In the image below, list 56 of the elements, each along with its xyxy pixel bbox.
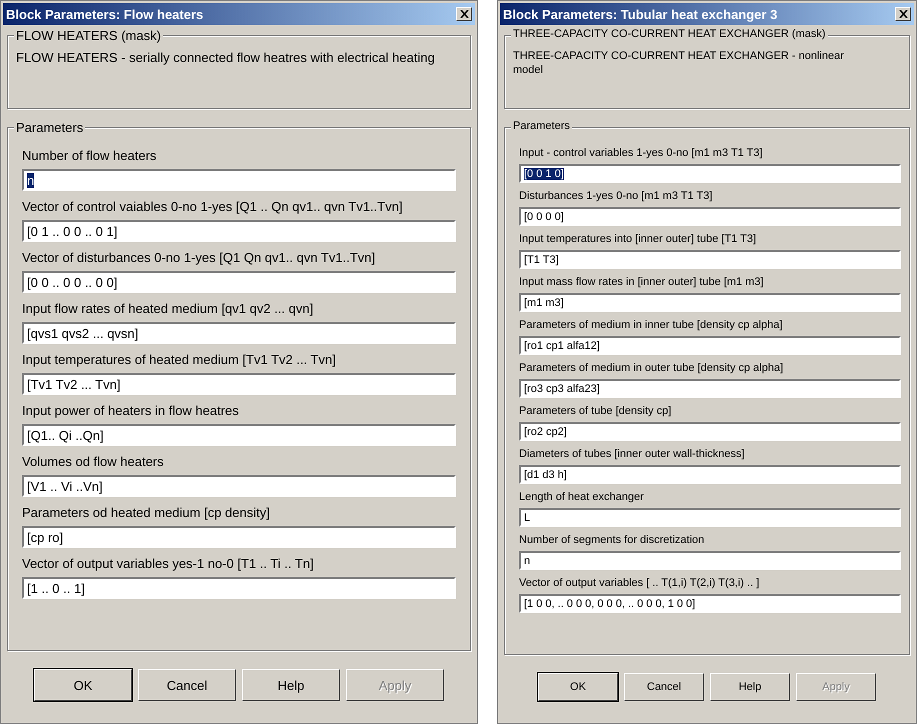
input-field[interactable]: [m1 m3] — [519, 293, 901, 312]
parameter-label: Input - control variables 1-yes 0-no [m1 m3 T1 T3] — [519, 146, 764, 160]
dialog-button[interactable]: Help — [710, 673, 790, 701]
input-field[interactable]: [qvs1 qvs2 ... qvsn] — [22, 322, 456, 344]
input-field[interactable]: [1 .. 0 .. 1] — [22, 577, 456, 599]
parameter-label: Vector of output variables [ .. T(1,i) T(2,i) T(3,i) .. ] — [519, 576, 760, 590]
input-field[interactable]: n — [519, 551, 901, 570]
input-field[interactable]: [0 0 0 0] — [519, 207, 901, 226]
input-field[interactable]: [cp ro] — [22, 526, 456, 548]
input-field[interactable]: [1 0 0, .. 0 0 0, 0 0 0, .. 0 0 0, 1 0 0] — [519, 594, 901, 613]
parameter-label: Parameters od heated medium [cp density] — [22, 505, 271, 521]
parameter-label: Input power of heaters in flow heatres — [22, 403, 240, 419]
dialog-button[interactable]: OK — [538, 673, 618, 701]
parameter-label: Length of heat exchanger — [519, 490, 645, 504]
parameter-label: Vector of output variables yes-1 no-0 [T1 .. Ti .. Tn] — [22, 556, 315, 572]
parameter-label: Parameters of medium in outer tube [density cp alpha] — [519, 361, 784, 375]
parameter-label: Vector of disturbances 0-no 1-yes [Q1 Qn qv1.. qvn Tv1..Tvn] — [22, 250, 376, 266]
mask-description: THREE-CAPACITY CO-CURRENT HEAT EXCHANGER - nonlinear model — [513, 50, 845, 78]
dialog-button[interactable]: Cancel — [138, 669, 236, 701]
parameter-label: Diameters of tubes [inner outer wall-thickness] — [519, 447, 746, 461]
dialog-button[interactable]: Help — [242, 669, 340, 701]
parameter-label: Vector of control vaiables 0-no 1-yes [Q1 .. Qn qv1.. qvn Tv1..Tvn] — [22, 199, 404, 215]
parameter-label: Volumes od flow heaters — [22, 454, 165, 470]
close-icon[interactable] — [456, 7, 472, 21]
input-field[interactable]: [d1 d3 h] — [519, 465, 901, 484]
group-title: Parameters — [511, 120, 572, 132]
input-field[interactable]: n — [22, 169, 456, 191]
input-field[interactable]: [ro1 cp1 alfa12] — [519, 336, 901, 355]
dialog-button[interactable]: OK — [34, 669, 132, 701]
parameter-label: Input temperatures into [inner outer] tube [T1 T3] — [519, 232, 758, 246]
input-field[interactable]: [ro2 cp2] — [519, 422, 901, 441]
parameter-label: Input temperatures of heated medium [Tv1 Tv2 ... Tvn] — [22, 352, 337, 368]
input-field[interactable]: [0 0 .. 0 0 .. 0 0] — [22, 271, 456, 293]
parameter-label: Disturbances 1-yes 0-no [m1 m3 T1 T3] — [519, 189, 714, 203]
parameter-label: Parameters of medium in inner tube [density cp alpha] — [519, 318, 784, 332]
input-field[interactable]: [0 1 .. 0 0 .. 0 1] — [22, 220, 456, 242]
close-icon[interactable] — [895, 7, 911, 21]
input-field[interactable]: L — [519, 508, 901, 527]
group-title: Parameters — [14, 120, 86, 135]
mask-description: FLOW HEATERS - serially connected flow heatres with electrical heating — [16, 50, 436, 66]
parameter-label: Parameters of tube [density cp] — [519, 404, 672, 418]
window-title: Block Parameters: Flow heaters — [6, 6, 204, 22]
dialog-button[interactable]: Cancel — [624, 673, 704, 701]
window-title: Block Parameters: Tubular heat exchanger 3 — [503, 6, 778, 22]
group-title: FLOW HEATERS (mask) — [14, 28, 163, 43]
input-field[interactable]: [0 0 1 0] — [519, 164, 901, 183]
parameter-label: Number of flow heaters — [22, 148, 158, 164]
input-field[interactable]: [Q1.. Qi ..Qn] — [22, 424, 456, 446]
parameter-label: Input flow rates of heated medium [qv1 qv2 ... qvn] — [22, 301, 314, 317]
input-field[interactable]: [V1 .. Vi ..Vn] — [22, 475, 456, 497]
group-title: THREE-CAPACITY CO-CURRENT HEAT EXCHANGER (mask) — [511, 28, 828, 40]
parameter-label: Input mass flow rates in [inner outer] tube [m1 m3] — [519, 275, 765, 289]
input-field[interactable]: [ro3 cp3 alfa23] — [519, 379, 901, 398]
input-field[interactable]: [Tv1 Tv2 ... Tvn] — [22, 373, 456, 395]
parameter-label: Number of segments for discretization — [519, 533, 706, 547]
input-field[interactable]: [T1 T3] — [519, 250, 901, 269]
